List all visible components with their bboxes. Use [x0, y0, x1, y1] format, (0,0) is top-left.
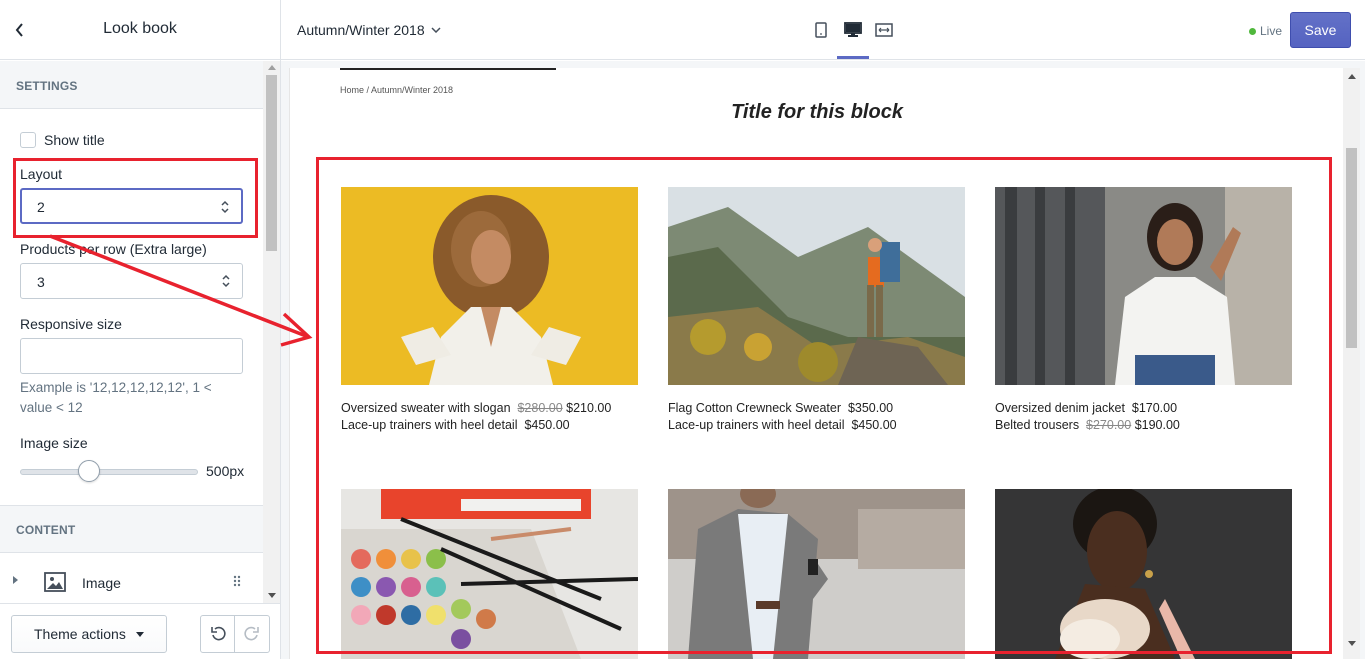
image-size-slider-track[interactable] — [20, 469, 198, 475]
settings-heading: SETTINGS — [0, 61, 263, 109]
image-size-label: Image size — [20, 435, 88, 451]
top-rule — [340, 68, 556, 70]
drag-handle-icon[interactable] — [233, 575, 241, 587]
sidebar-header: Look book — [0, 0, 280, 60]
chevron-down-icon — [431, 27, 441, 33]
highlight-layout-setting — [13, 158, 258, 238]
scroll-up-icon[interactable] — [268, 65, 276, 70]
breadcrumb[interactable]: Home / Autumn/Winter 2018 — [340, 85, 453, 95]
scroll-down-icon[interactable] — [268, 593, 276, 598]
undo-redo-group — [200, 615, 270, 653]
desktop-icon — [844, 22, 862, 37]
products-per-row-label: Products per row (Extra large) — [20, 241, 207, 257]
divider — [0, 505, 263, 506]
responsive-size-help: Example is '12,12,12,12,12', 1 < value <… — [20, 380, 212, 415]
live-dot-icon — [1249, 27, 1256, 35]
sidebar-scroll-thumb[interactable] — [266, 75, 277, 251]
show-title-label: Show title — [44, 132, 105, 148]
preview-scrollbar[interactable] — [1343, 68, 1360, 659]
sidebar-scrollbar[interactable] — [263, 61, 280, 603]
preview-scroll-thumb[interactable] — [1346, 148, 1357, 348]
desktop-view-button[interactable] — [837, 14, 869, 46]
show-title-row[interactable]: Show title — [20, 130, 105, 150]
save-button[interactable]: Save — [1290, 12, 1351, 48]
content-heading: CONTENT — [0, 505, 263, 553]
image-size-value: 500px — [206, 463, 245, 479]
image-icon — [44, 572, 66, 592]
content-block-label: Image — [82, 575, 121, 591]
full-width-icon — [875, 23, 893, 37]
caret-right-icon[interactable] — [12, 575, 19, 585]
theme-actions-label: Theme actions — [34, 626, 126, 642]
highlight-look-grid — [316, 157, 1332, 654]
full-width-view-button[interactable] — [868, 14, 900, 46]
content-block-image[interactable]: Image — [0, 554, 263, 604]
theme-editor: Look book SETTINGS CONTENT Show title La… — [0, 0, 1365, 659]
scroll-up-icon[interactable] — [1348, 74, 1356, 79]
status-badge: Live — [1249, 24, 1282, 38]
select-arrows-icon — [222, 274, 230, 288]
show-title-checkbox[interactable] — [20, 132, 36, 148]
mobile-view-button[interactable] — [805, 14, 837, 46]
status-text: Live — [1260, 24, 1283, 38]
template-selector[interactable]: Autumn/Winter 2018 — [297, 22, 441, 38]
products-per-row-value: 3 — [37, 274, 45, 290]
theme-actions-button[interactable]: Theme actions — [11, 615, 167, 653]
responsive-size-input[interactable] — [20, 338, 243, 374]
scroll-down-icon[interactable] — [1348, 641, 1356, 646]
active-device-indicator — [837, 56, 869, 59]
products-per-row-select[interactable]: 3 — [20, 263, 243, 299]
block-title: Title for this block — [731, 101, 903, 123]
caret-down-icon — [135, 631, 144, 637]
image-size-slider-thumb[interactable] — [78, 460, 100, 482]
undo-button[interactable] — [201, 616, 236, 652]
sidebar-footer: Theme actions — [0, 603, 280, 659]
mobile-icon — [815, 22, 827, 38]
responsive-size-label: Responsive size — [20, 316, 122, 332]
top-bar: Autumn/Winter 2018 Live Save — [281, 0, 1365, 60]
section-title: Look book — [103, 20, 177, 37]
undo-icon — [210, 626, 226, 641]
template-name: Autumn/Winter 2018 — [297, 22, 425, 38]
redo-button[interactable] — [235, 616, 269, 652]
sidebar: Look book SETTINGS CONTENT Show title La… — [0, 0, 281, 659]
redo-icon — [244, 626, 259, 641]
